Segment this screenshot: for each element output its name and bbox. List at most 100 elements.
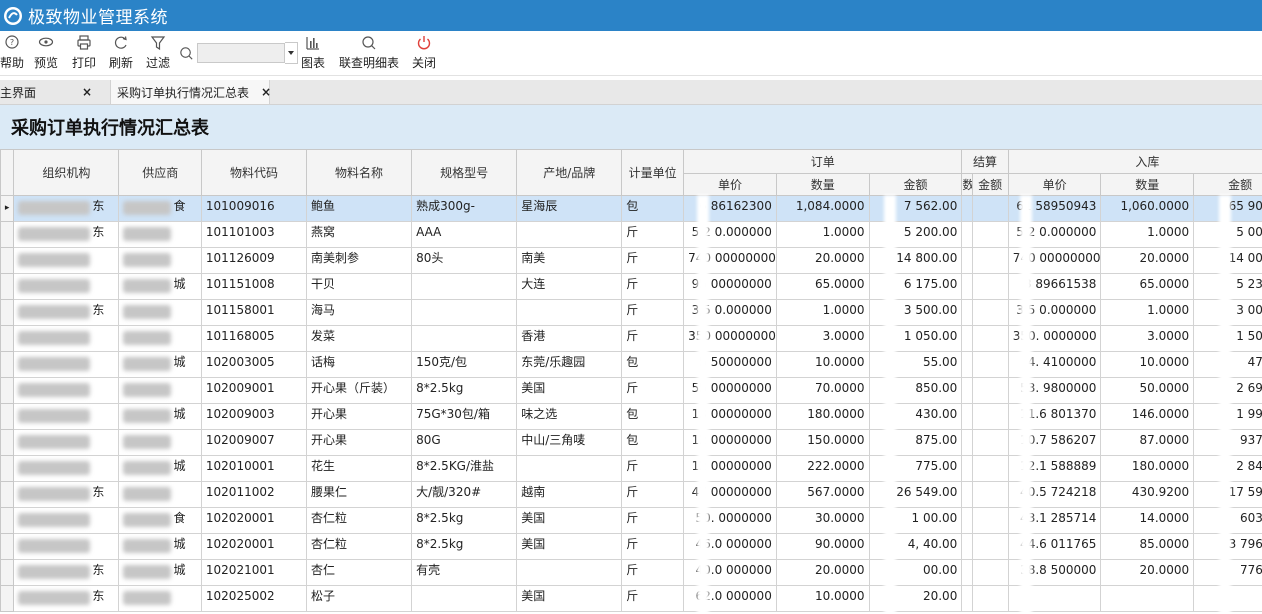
col-header-receive-amount[interactable]: 金额 [1193, 173, 1262, 196]
cell-code[interactable]: 102020001 [200, 507, 308, 534]
cell-supplier[interactable]: 城 [118, 533, 202, 560]
cell-unit[interactable]: 斤 [621, 481, 685, 508]
row-indicator[interactable] [0, 455, 15, 482]
cell-settle-qty[interactable] [961, 377, 973, 404]
close-button[interactable]: 关闭 [410, 34, 438, 72]
table-row[interactable]: 城 102010001 花生 8*2.5KG/淮盐斤 12 00000000 222.00… [0, 455, 1262, 482]
cell-org[interactable] [13, 533, 120, 560]
cell-settle-qty[interactable] [961, 299, 973, 326]
cell-settle-amount[interactable] [971, 195, 1009, 222]
cell-org[interactable] [13, 429, 120, 456]
table-row[interactable]: 城 101151008 干贝 大连斤 95 00000000 65.0000 6 175.0… [0, 273, 1262, 300]
row-indicator[interactable] [0, 559, 15, 586]
cell-receive-qty[interactable]: 87.0000 [1100, 429, 1195, 456]
table-row[interactable]: 东 102025002 松子 美国斤 62.0 000000 10.0000 20.00 [0, 585, 1262, 612]
row-indicator[interactable] [0, 507, 15, 534]
cell-order-qty[interactable]: 3.0000 [775, 325, 870, 352]
col-header-order-amount[interactable]: 金额 [868, 173, 963, 196]
refresh-button[interactable]: 刷新 [107, 34, 135, 72]
table-row[interactable]: 102009001 开心果（斤装） 8*2.5kg 美国斤 55 00000000 70.… [0, 377, 1262, 404]
cell-order-qty[interactable]: 180.0000 [775, 403, 870, 430]
cell-unit[interactable]: 斤 [621, 559, 685, 586]
cell-settle-qty[interactable] [961, 507, 973, 534]
cell-settle-amount[interactable] [971, 273, 1009, 300]
cell-unit[interactable]: 斤 [621, 377, 685, 404]
cell-order-qty[interactable]: 1,084.0000 [775, 195, 870, 222]
cell-spec[interactable]: 75G*30包/箱 [411, 403, 518, 430]
cell-spec[interactable]: 8*2.5kg [411, 377, 518, 404]
cell-unit[interactable]: 包 [621, 195, 685, 222]
row-indicator[interactable] [0, 429, 15, 456]
cell-supplier[interactable] [118, 325, 202, 352]
cell-name[interactable]: 鲍鱼 [305, 195, 413, 222]
cell-settle-qty[interactable] [961, 455, 973, 482]
cell-receive-qty[interactable]: 50.0000 [1100, 377, 1195, 404]
cell-unit[interactable]: 斤 [621, 247, 685, 274]
cell-code[interactable]: 102009007 [200, 429, 308, 456]
cell-name[interactable]: 海马 [305, 299, 413, 326]
cell-settle-qty[interactable] [961, 429, 973, 456]
tab-main-close-icon[interactable]: × [82, 85, 92, 99]
preview-button[interactable]: 预览 [32, 34, 60, 72]
col-header-code[interactable]: 物料代码 [200, 149, 308, 196]
cell-supplier[interactable] [118, 247, 202, 274]
cell-settle-qty[interactable] [961, 533, 973, 560]
cell-settle-amount[interactable] [971, 585, 1009, 612]
cell-settle-qty[interactable] [961, 585, 973, 612]
cell-origin[interactable]: 美国 [516, 377, 623, 404]
cell-spec[interactable]: 大/靓/320# [411, 481, 518, 508]
cell-unit[interactable]: 斤 [621, 585, 685, 612]
cell-name[interactable]: 燕窝 [305, 221, 413, 248]
cell-order-amount[interactable]: 14 800.00 [868, 247, 963, 274]
cell-origin[interactable]: 南美 [516, 247, 623, 274]
col-header-supplier[interactable]: 供应商 [118, 149, 202, 196]
cell-order-amount[interactable]: 850.00 [868, 377, 963, 404]
col-header-spec[interactable]: 规格型号 [411, 149, 518, 196]
col-header-order-qty[interactable]: 数量 [775, 173, 870, 196]
cell-receive-qty[interactable]: 3.0000 [1100, 325, 1195, 352]
cell-unit[interactable]: 斤 [621, 273, 685, 300]
cell-supplier[interactable]: 食 [118, 507, 202, 534]
cell-unit[interactable]: 斤 [621, 299, 685, 326]
cell-name[interactable]: 杏仁粒 [305, 507, 413, 534]
cell-code[interactable]: 102025002 [200, 585, 308, 612]
cell-name[interactable]: 开心果（斤装） [305, 377, 413, 404]
cell-origin[interactable]: 美国 [516, 533, 623, 560]
cell-supplier[interactable]: 城 [118, 403, 202, 430]
cell-code[interactable]: 101158001 [200, 299, 308, 326]
cell-order-qty[interactable]: 20.0000 [775, 247, 870, 274]
cell-spec[interactable]: 80G [411, 429, 518, 456]
cell-receive-qty[interactable]: 180.0000 [1100, 455, 1195, 482]
cell-spec[interactable]: 150克/包 [411, 351, 518, 378]
row-indicator[interactable]: ▸ [0, 195, 15, 222]
cell-order-qty[interactable]: 150.0000 [775, 429, 870, 456]
row-indicator[interactable] [0, 533, 15, 560]
print-button[interactable]: 打印 [69, 34, 99, 72]
cell-settle-qty[interactable] [961, 325, 973, 352]
table-row[interactable]: 东 102011002 腰果仁 大/靓/320# 越南斤 47 00000000 567.0… [0, 481, 1262, 508]
cell-code[interactable]: 102020001 [200, 533, 308, 560]
cell-org[interactable] [13, 455, 120, 482]
cell-receive-qty[interactable]: 10.0000 [1100, 351, 1195, 378]
cell-receive-qty[interactable]: 65.0000 [1100, 273, 1195, 300]
cell-org[interactable] [13, 247, 120, 274]
cell-order-amount[interactable]: 6 175.00 [868, 273, 963, 300]
cell-origin[interactable]: 大连 [516, 273, 623, 300]
cell-name[interactable]: 花生 [305, 455, 413, 482]
table-row[interactable]: 城 102020001 杏仁粒 8*2.5kg 美国斤 46.0 000000 90.000… [0, 533, 1262, 560]
cell-name[interactable]: 开心果 [305, 403, 413, 430]
filter-button[interactable]: 过滤 [144, 34, 172, 72]
cell-name[interactable]: 干贝 [305, 273, 413, 300]
cell-order-qty[interactable]: 10.0000 [775, 585, 870, 612]
search-dropdown-button[interactable] [285, 42, 298, 64]
table-row[interactable]: 102009007 开心果 80G 中山/三角唛包 12 00000000 150.000… [0, 429, 1262, 456]
cell-code[interactable]: 102009003 [200, 403, 308, 430]
cell-org[interactable]: 东 [13, 585, 120, 612]
cell-code[interactable]: 102009001 [200, 377, 308, 404]
cell-order-amount[interactable]: 1 00.00 [868, 507, 963, 534]
cell-settle-amount[interactable] [971, 325, 1009, 352]
cell-settle-amount[interactable] [971, 377, 1009, 404]
cell-spec[interactable]: 有壳 [411, 559, 518, 586]
cell-code[interactable]: 101151008 [200, 273, 308, 300]
cell-order-amount[interactable]: 55.00 [868, 351, 963, 378]
